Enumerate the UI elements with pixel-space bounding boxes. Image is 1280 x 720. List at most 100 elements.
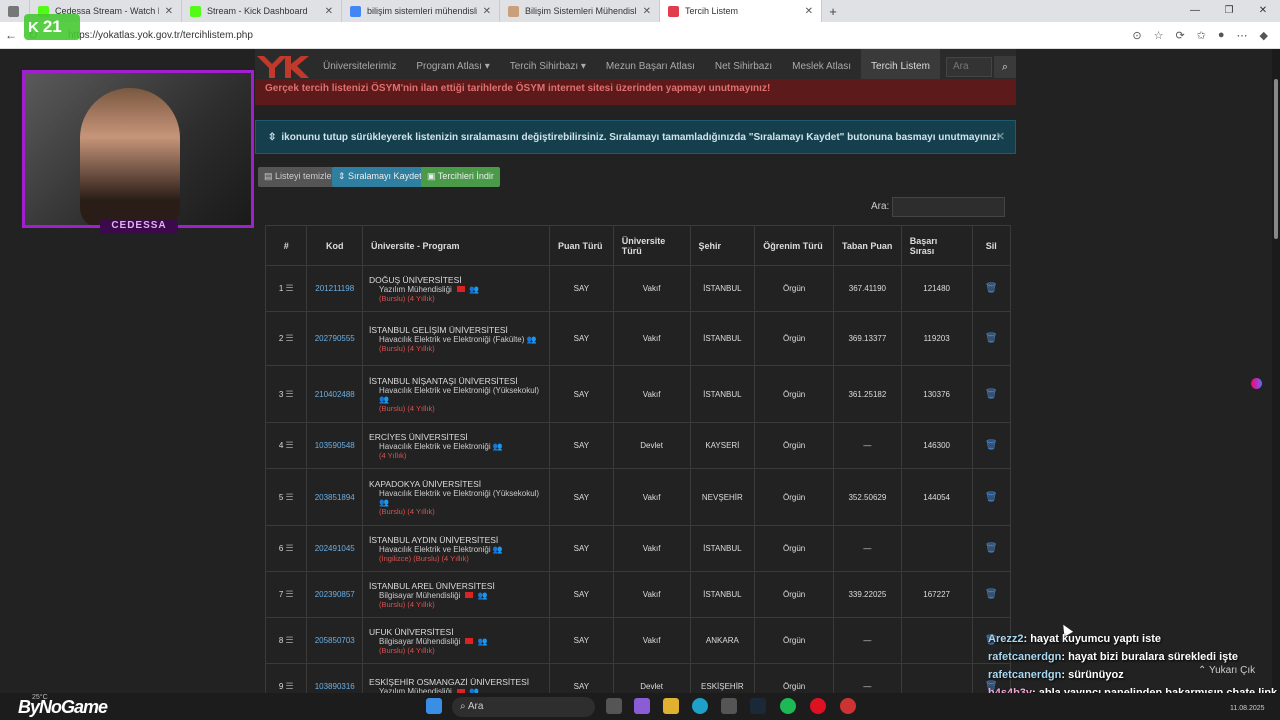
close-icon[interactable]: ✕ [325,6,333,17]
favorites-icon[interactable]: ✩ [1197,29,1206,42]
clear-list-button[interactable]: ▤ Listeyi temizle [258,167,338,187]
program-code[interactable]: 103890316 [306,663,364,693]
chrome-icon[interactable] [840,698,856,714]
close-window-icon[interactable]: ✕ [1246,0,1280,22]
copilot-icon[interactable]: ◆ [1260,29,1268,42]
program-code[interactable]: 103590548 [306,422,364,469]
ogrenim-turu: Örgün [754,365,835,423]
steam-icon[interactable] [750,698,766,714]
program-name: Bilgisayar Mühendisliği [379,636,461,646]
delete-cell: 🗑 [971,525,1012,572]
university-name: İSTANBUL AYDIN ÜNİVERSİTESİ [369,534,499,545]
trash-icon: ▤ [264,171,276,181]
nav-search-input[interactable]: Ara [945,57,993,77]
taskbar-search[interactable]: ⌕ Ara [452,697,595,717]
row-number[interactable]: 9 ☰ [264,663,308,693]
program-code[interactable]: 202390857 [306,571,364,618]
file-explorer-icon[interactable] [663,698,679,714]
drag-handle-icon[interactable]: ☰ [286,283,294,293]
drag-handle-icon[interactable]: ☰ [286,440,294,450]
tab-google-search[interactable]: bilişim sistemleri mühendisliği - G✕ [342,0,500,22]
col-uni-turu[interactable]: Üniversite Türü [612,225,691,266]
row-number[interactable]: 4 ☰ [264,422,308,469]
tab-kick-dashboard[interactable]: Stream - Kick Dashboard ✕ [182,0,342,22]
kick-icon [190,5,201,17]
row-number[interactable]: 1 ☰ [264,265,308,312]
copilot-app-icon[interactable] [634,698,650,714]
trash-icon[interactable]: 🗑 [985,333,998,344]
profile-icon[interactable]: ● [1218,29,1225,42]
new-tab-button[interactable]: + [822,4,844,19]
drag-handle-icon[interactable]: ☰ [286,389,294,399]
close-icon[interactable]: ✕ [483,6,491,17]
sehir: İSTANBUL [689,525,756,572]
program-cell: ERCİYES ÜNİVERSİTESİ Havacılık Elektrik v… [362,422,551,469]
program-code[interactable]: 201211198 [306,265,364,312]
windows-start-icon[interactable] [426,698,442,714]
trash-icon[interactable]: 🗑 [985,283,998,294]
col-sil[interactable]: Sil [971,225,1012,266]
close-icon[interactable]: ✕ [165,6,173,17]
minimize-icon[interactable]: — [1178,0,1212,22]
drag-handle-icon[interactable]: ☰ [286,635,294,645]
program-code[interactable]: 203851894 [306,468,364,526]
page-scrollbar[interactable] [1272,49,1280,693]
menu-icon[interactable]: ⋯ [1237,29,1248,42]
uni-turu: Devlet [612,422,691,469]
url-field[interactable]: https://yokatlas.yok.gov.tr/tercihlistem… [68,30,1132,41]
col-sehir[interactable]: Şehir [689,225,756,266]
maximize-icon[interactable]: ❐ [1212,0,1246,22]
col-no[interactable]: # [264,225,308,266]
program-code[interactable]: 202790555 [306,311,364,366]
col-taban[interactable]: Taban Puan [833,225,902,266]
app-icon[interactable] [810,698,826,714]
close-alert-icon[interactable]: ✕ [996,130,1005,143]
tab-bsm[interactable]: Bilişim Sistemleri Mühendisliği 20✕ [500,0,660,22]
reader-icon[interactable]: ⊙ [1132,29,1141,42]
table-search-input[interactable] [892,197,1005,217]
tab-tercih-listem[interactable]: Tercih Listem ✕ [660,0,822,22]
scroll-top-link[interactable]: ⌃ Yukarı Çık [1198,665,1255,676]
row-number[interactable]: 2 ☰ [264,311,308,366]
trash-icon[interactable]: 🗑 [985,492,998,503]
save-order-button[interactable]: ⇕ Sıralamayı Kaydet [332,167,428,187]
extensions-icon[interactable]: ⟳ [1175,29,1184,42]
program-name: Havacılık Elektrik ve Elektroniği (Yükse… [379,385,540,395]
row-number[interactable]: 5 ☰ [264,468,308,526]
drag-handle-icon[interactable]: ☰ [286,681,294,691]
program-code[interactable]: 202491045 [306,525,364,572]
trash-icon[interactable]: 🗑 [985,440,998,451]
drag-handle-icon[interactable]: ☰ [286,492,294,502]
col-ogrenim[interactable]: Öğrenim Türü [754,225,835,266]
close-icon[interactable]: ✕ [805,6,813,17]
back-icon[interactable]: ← [0,28,22,42]
edge-icon[interactable] [692,698,708,714]
trash-icon[interactable]: 🗑 [985,589,998,600]
spotify-icon[interactable] [780,698,796,714]
row-number[interactable]: 6 ☰ [264,525,308,572]
search-icon[interactable]: ⌕ [994,56,1016,78]
drag-handle-icon[interactable]: ☰ [286,589,294,599]
col-sira[interactable]: Başarı Sırası [900,225,973,266]
chat-message: rafetcanerdgn: hayat bizi buralara sürek… [988,648,1278,666]
trash-icon[interactable]: 🗑 [985,543,998,554]
ogrenim-turu: Örgün [754,571,835,618]
trash-icon[interactable]: 🗑 [985,389,998,400]
close-icon[interactable]: ✕ [643,6,651,17]
col-puan-turu[interactable]: Puan Türü [549,225,614,266]
drag-handle-icon[interactable]: ☰ [286,543,294,553]
program-code[interactable]: 210402488 [306,365,364,423]
extension-icon[interactable] [1251,378,1262,389]
row-number[interactable]: 3 ☰ [264,365,308,423]
task-view-icon[interactable] [606,698,622,714]
store-icon[interactable] [721,698,737,714]
col-kod[interactable]: Kod [306,225,364,266]
row-number[interactable]: 8 ☰ [264,617,308,664]
row-number[interactable]: 7 ☰ [264,571,308,618]
drag-handle-icon[interactable]: ☰ [286,333,294,343]
download-button[interactable]: ▣ Tercihleri İndir [421,167,500,187]
scrollbar-thumb[interactable] [1274,79,1278,239]
col-program[interactable]: Üniversite - Program [362,225,551,266]
program-code[interactable]: 205850703 [306,617,364,664]
favorite-icon[interactable]: ☆ [1154,29,1164,42]
